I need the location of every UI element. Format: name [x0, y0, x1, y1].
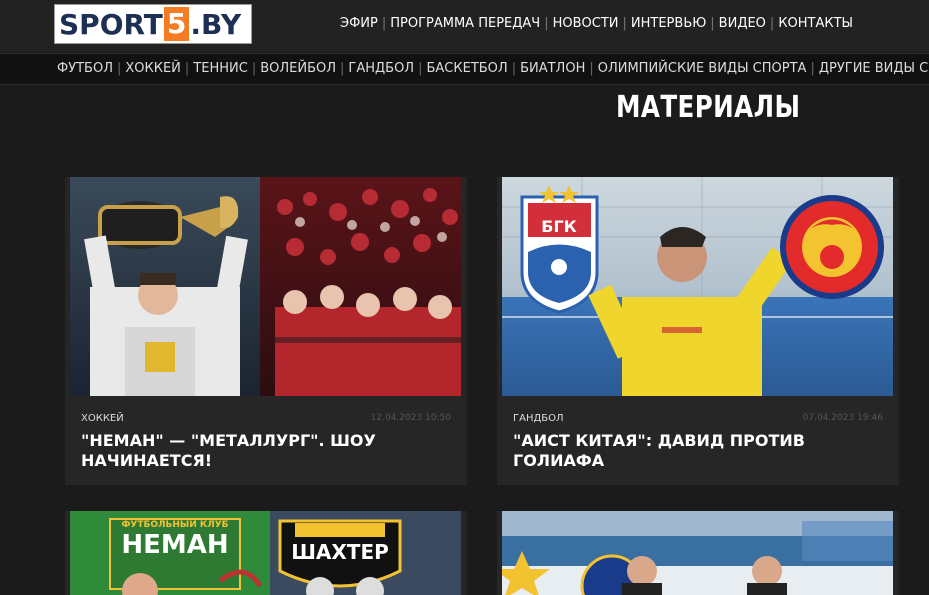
category-tennis[interactable]: ТЕННИС — [193, 61, 248, 76]
category-hockey[interactable]: ХОККЕЙ — [125, 61, 181, 76]
top-header: SPORT 5 .BY ЭФИР | ПРОГРАММА ПЕРЕДАЧ | Н… — [0, 0, 929, 52]
football-photo: ФУТБОЛЬНЫЙ КЛУБ НЕМАН ШАХТЕР — [70, 511, 461, 595]
category-football[interactable]: ФУТБОЛ — [57, 61, 113, 76]
category-separator: | — [511, 61, 517, 76]
nav-link-news[interactable]: НОВОСТИ — [553, 16, 619, 31]
category-separator: | — [340, 61, 345, 76]
hockey-photo — [70, 177, 461, 396]
category-biathlon[interactable]: БИАТЛОН — [520, 61, 585, 76]
neman-club-text: ФУТБОЛЬНЫЙ КЛУБ — [121, 518, 228, 530]
main-nav: ЭФИР | ПРОГРАММА ПЕРЕДАЧ | НОВОСТИ | ИНТ… — [340, 16, 853, 31]
article-date: 07.04.2023 19:46 — [802, 413, 883, 423]
logo-text-five: 5 — [163, 7, 190, 41]
article-image-handball[interactable]: БГК — [502, 177, 893, 396]
page-title: МАТЕРИАЛЫ — [616, 90, 801, 125]
category-bar: ФУТБОЛ | ХОККЕЙ | ТЕННИС | ВОЛЕЙБОЛ | ГА… — [0, 53, 929, 85]
nav-link-video[interactable]: ВИДЕО — [719, 16, 766, 31]
nav-separator: | — [544, 16, 549, 31]
article-date: 12.04.2023 10:50 — [370, 413, 451, 423]
article-image-hockey[interactable] — [70, 177, 461, 396]
bgk-logo-text: БГК — [541, 217, 576, 236]
nav-separator: | — [710, 16, 715, 31]
nav-link-program[interactable]: ПРОГРАММА ПЕРЕДАЧ — [390, 16, 540, 31]
article-title[interactable]: "АИСТ КИТАЯ": ДАВИД ПРОТИВ ГОЛИАФА — [513, 431, 843, 471]
logo-text-by: .BY — [190, 7, 242, 41]
handball-photo: БГК — [502, 177, 893, 396]
category-other[interactable]: ДРУГИЕ ВИДЫ СПОРТА — [819, 61, 929, 76]
article-image-football[interactable]: ФУТБОЛЬНЫЙ КЛУБ НЕМАН ШАХТЕР — [70, 511, 461, 595]
neman-logo-text: НЕМАН — [121, 530, 228, 560]
category-separator: | — [418, 61, 423, 76]
nav-separator: | — [622, 16, 627, 31]
category-olympic[interactable]: ОЛИМПИЙСКИЕ ВИДЫ СПОРТА — [598, 61, 807, 76]
category-volleyball[interactable]: ВОЛЕЙБОЛ — [260, 61, 336, 76]
category-basketball[interactable]: БАСКЕТБОЛ — [426, 61, 507, 76]
article-card-hockey[interactable]: ХОККЕЙ 12.04.2023 10:50 "НЕМАН" — "МЕТАЛ… — [65, 177, 467, 485]
category-separator: | — [184, 61, 190, 76]
shakhter-logo-text: ШАХТЕР — [291, 540, 389, 564]
article-card-handball[interactable]: БГК ГАНДБОЛ 07.04.2023 19:46 "АИСТ КИТАЯ… — [497, 177, 899, 485]
category-separator: | — [116, 61, 122, 76]
article-category[interactable]: ГАНДБОЛ — [513, 413, 564, 424]
article-image-stadium[interactable] — [502, 511, 893, 595]
site-logo[interactable]: SPORT 5 .BY — [54, 4, 252, 44]
category-separator: | — [589, 61, 594, 76]
nav-separator: | — [381, 16, 387, 31]
category-nav: ФУТБОЛ | ХОККЕЙ | ТЕННИС | ВОЛЕЙБОЛ | ГА… — [57, 61, 929, 76]
article-card-stadium[interactable] — [497, 511, 899, 595]
article-category[interactable]: ХОККЕЙ — [81, 413, 124, 424]
nav-link-efir[interactable]: ЭФИР — [340, 16, 378, 31]
logo-text-sport: SPORT — [59, 7, 163, 41]
category-separator: | — [251, 61, 257, 76]
article-title[interactable]: "НЕМАН" — "МЕТАЛЛУРГ". ШОУ НАЧИНАЕТСЯ! — [81, 431, 411, 471]
category-separator: | — [810, 61, 815, 76]
nav-link-interviews[interactable]: ИНТЕРВЬЮ — [631, 16, 706, 31]
stadium-photo — [502, 511, 893, 595]
nav-link-contacts[interactable]: КОНТАКТЫ — [778, 16, 853, 31]
nav-separator: | — [769, 16, 775, 31]
article-card-football[interactable]: ФУТБОЛЬНЫЙ КЛУБ НЕМАН ШАХТЕР — [65, 511, 467, 595]
category-handball[interactable]: ГАНДБОЛ — [348, 61, 414, 76]
